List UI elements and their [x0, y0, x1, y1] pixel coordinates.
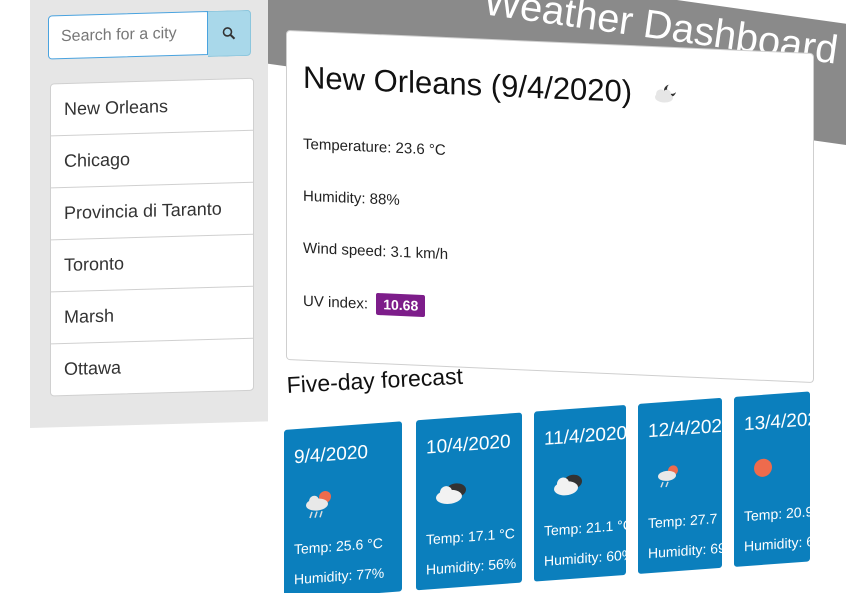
forecast-humidity: Humidity: 65% — [744, 531, 835, 555]
forecast-card: 13/4/2020 Temp: 20.9 °C Humidity: 65% — [734, 391, 834, 567]
city-item[interactable]: Provincia di Taranto — [51, 182, 253, 241]
current-weather-title: New Orleans (9/4/2020) — [303, 60, 681, 114]
partly-cloudy-night-icon — [651, 77, 681, 114]
city-history-list: New Orleans Chicago Provincia di Taranto… — [50, 77, 254, 397]
forecast-date: 13/4/2020 — [744, 408, 829, 436]
city-item[interactable]: Marsh — [51, 286, 253, 345]
city-item[interactable]: Toronto — [51, 234, 253, 293]
cloudy-icon — [434, 478, 470, 512]
forecast-date: 10/4/2020 — [426, 431, 511, 459]
forecast-temp: Temp: 17.1 °C — [426, 525, 515, 548]
forecast-card: 11/4/2020 Temp: 21.1 °C Humidity: 60% — [534, 404, 634, 582]
forecast-row: 9/4/2020 Temp: 25.6 °C Humidity: 77% 10/… — [284, 390, 834, 593]
forecast-humidity: Humidity: 60% — [544, 546, 635, 569]
current-weather-card: New Orleans (9/4/2020) Temperature: 23.6… — [286, 30, 814, 384]
forecast-temp: Temp: 27.7 °C — [648, 508, 737, 532]
current-city-date: New Orleans (9/4/2020) — [303, 59, 633, 110]
search-bar — [48, 9, 254, 64]
forecast-heading: Five-day forecast — [286, 362, 464, 398]
uv-index-badge: 10.68 — [376, 292, 426, 318]
rain-sun-icon — [656, 463, 682, 496]
forecast-temp: Temp: 25.6 °C — [294, 534, 383, 558]
forecast-card: 9/4/2020 Temp: 25.6 °C Humidity: 77% — [284, 421, 402, 593]
current-wind-speed: Wind speed: 3.1 km/h — [303, 239, 449, 264]
current-humidity: Humidity: 88% — [303, 187, 400, 209]
rain-sun-icon — [302, 488, 336, 527]
current-temperature: Temperature: 23.6 °C — [303, 135, 446, 159]
forecast-card: 10/4/2020 Temp: 17.1 °C Humidity: 56% — [416, 412, 522, 591]
forecast-date: 11/4/2020 — [544, 422, 628, 450]
forecast-humidity: Humidity: 69% — [648, 538, 739, 562]
city-item[interactable]: New Orleans — [51, 78, 253, 137]
city-item[interactable]: Ottawa — [51, 339, 253, 396]
uv-index-label: UV index: — [303, 292, 369, 313]
forecast-date: 12/4/2020 — [648, 415, 733, 443]
current-uv-index: UV index: 10.68 — [303, 290, 426, 318]
sun-icon — [752, 456, 774, 485]
forecast-card: 12/4/2020 Temp: 27.7 °C Humidity: 69% — [638, 397, 738, 575]
search-icon — [222, 27, 236, 40]
forecast-date: 9/4/2020 — [294, 441, 368, 469]
search-button[interactable] — [208, 9, 251, 58]
weather-dashboard: Weather Dashboard New Orleans Chicago Pr… — [0, 0, 846, 593]
forecast-temp: Temp: 21.1 °C — [544, 516, 633, 539]
search-input[interactable] — [48, 11, 208, 60]
cloudy-icon — [552, 470, 586, 503]
forecast-humidity: Humidity: 77% — [294, 564, 385, 588]
forecast-humidity: Humidity: 56% — [426, 554, 517, 578]
city-item[interactable]: Chicago — [51, 130, 253, 189]
forecast-temp: Temp: 20.9 °C — [744, 501, 833, 525]
sidebar: New Orleans Chicago Provincia di Taranto… — [30, 0, 268, 429]
